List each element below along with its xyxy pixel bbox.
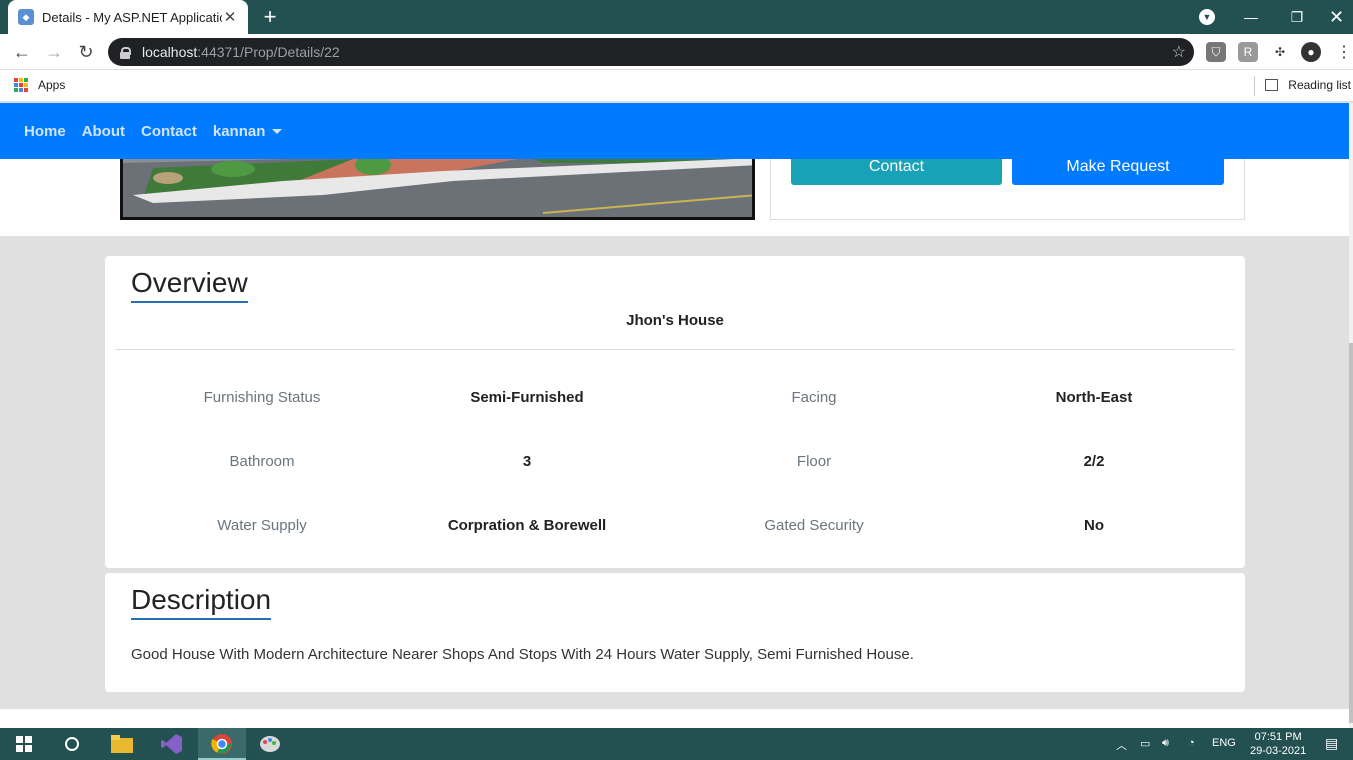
site-favicon-icon: ◆ xyxy=(18,9,34,25)
new-tab-button[interactable]: + xyxy=(258,5,282,29)
overview-heading: Overview xyxy=(131,266,248,303)
taskbar: ︿ ▭ 🔊︎ ◔ ENG 07:51 PM 29-03-2021 ▤ xyxy=(0,728,1353,760)
description-text: Good House With Modern Architecture Near… xyxy=(131,646,914,663)
bookmark-star-icon[interactable]: ☆ xyxy=(1172,42,1186,62)
nav-user-dropdown[interactable]: kannan xyxy=(213,123,283,140)
spec-value: No xyxy=(1084,517,1104,534)
avatar[interactable]: ● xyxy=(1301,42,1321,62)
spec-label: Furnishing Status xyxy=(203,389,321,406)
tab-search-icon[interactable]: ▼ xyxy=(1199,9,1215,25)
page-scrollbar[interactable] xyxy=(1349,103,1353,728)
spec-value: 2/2 xyxy=(1083,453,1105,470)
paint-icon[interactable] xyxy=(258,732,282,756)
forward-icon[interactable]: → xyxy=(42,40,66,64)
more-menu-icon[interactable]: ⋮ xyxy=(1334,42,1353,62)
extensions-puzzle-icon[interactable]: ✣ xyxy=(1270,42,1290,62)
nav-home[interactable]: Home xyxy=(24,123,66,140)
browser-toolbar: ← → ↻ localhost:44371/Prop/Details/22 ☆ … xyxy=(0,34,1353,70)
footer-strip xyxy=(0,709,1349,728)
search-circle-icon[interactable] xyxy=(60,732,84,756)
description-heading: Description xyxy=(131,583,272,620)
address-bar[interactable]: localhost:44371/Prop/Details/22 ☆ xyxy=(108,38,1194,66)
apps-grid-icon xyxy=(14,78,28,92)
file-explorer-icon[interactable] xyxy=(110,732,134,756)
chevron-down-icon xyxy=(272,129,283,135)
r-extension-icon[interactable]: R xyxy=(1238,42,1258,62)
property-name: Jhon's House xyxy=(626,312,724,329)
spec-value: Corpration & Borewell xyxy=(447,517,607,534)
apps-label: Apps xyxy=(38,78,66,92)
visual-studio-icon[interactable] xyxy=(160,732,184,756)
lock-icon xyxy=(120,46,131,59)
reading-list-icon xyxy=(1265,79,1279,91)
overview-card: Overview Jhon's House Furnishing Status … xyxy=(105,256,1245,568)
clock-date: 29-03-2021 xyxy=(1250,745,1307,757)
site-navbar: Home About Contact kannan xyxy=(0,103,1349,159)
wifi-icon[interactable]: ◔ xyxy=(1188,737,1195,749)
overview-divider xyxy=(115,349,1235,350)
spec-row: Water Supply Corpration & Borewell Gated… xyxy=(105,517,1245,541)
apps-bookmark[interactable]: Apps xyxy=(14,78,65,92)
spec-label: Floor xyxy=(796,453,832,470)
spec-label: Bathroom xyxy=(229,453,295,470)
spec-label: Gated Security xyxy=(764,517,864,534)
windows-start-icon[interactable] xyxy=(12,732,36,756)
scrollbar-thumb[interactable] xyxy=(1349,343,1353,723)
restore-button[interactable]: ❐ xyxy=(1274,0,1320,34)
spec-row: Bathroom 3 Floor 2/2 xyxy=(105,453,1245,477)
tray-chevron-up-icon[interactable]: ︿ xyxy=(1116,737,1127,753)
url-path: :44371/Prop/Details/22 xyxy=(197,44,340,60)
nav-contact[interactable]: Contact xyxy=(141,123,197,140)
shield-extension-icon[interactable]: ⛉ xyxy=(1206,42,1226,62)
tab-close-icon[interactable]: ✕ xyxy=(222,8,238,26)
chrome-icon[interactable] xyxy=(210,732,234,756)
browser-tab-bar: ◆ Details - My ASP.NET Application ✕ + ▼… xyxy=(0,0,1353,34)
nav-about[interactable]: About xyxy=(82,123,125,140)
spec-value: North-East xyxy=(1055,389,1133,406)
page-viewport: Contact Make Request Overview Jhon's Hou… xyxy=(0,103,1349,728)
bookmarks-divider xyxy=(1254,76,1255,96)
spec-value: 3 xyxy=(522,453,532,470)
language-indicator[interactable]: ENG xyxy=(1212,737,1236,749)
battery-icon[interactable]: ▭ xyxy=(1140,737,1150,750)
close-window-button[interactable]: ✕ xyxy=(1320,0,1353,34)
tab-title: Details - My ASP.NET Application xyxy=(42,9,222,25)
volume-icon[interactable]: 🔊︎ xyxy=(1162,737,1169,750)
bookmarks-bar: Apps Reading list xyxy=(0,70,1353,102)
spec-row: Furnishing Status Semi-Furnished Facing … xyxy=(105,389,1245,413)
spec-label: Water Supply xyxy=(217,517,307,534)
spec-value: Semi-Furnished xyxy=(470,389,584,406)
description-card: Description Good House With Modern Archi… xyxy=(105,573,1245,692)
clock-time: 07:51 PM xyxy=(1254,731,1302,743)
reading-list-button[interactable]: Reading list xyxy=(1265,78,1351,92)
minimize-button[interactable]: — xyxy=(1228,0,1274,34)
notifications-icon[interactable]: ▤ xyxy=(1325,735,1338,752)
url-host: localhost xyxy=(142,44,198,60)
reload-icon[interactable]: ↻ xyxy=(74,40,98,64)
browser-tab[interactable]: ◆ Details - My ASP.NET Application ✕ xyxy=(8,0,248,34)
reading-list-label: Reading list xyxy=(1288,78,1351,92)
back-icon[interactable]: ← xyxy=(10,40,34,64)
spec-label: Facing xyxy=(791,389,837,406)
nav-user-label: kannan xyxy=(212,122,266,140)
taskbar-clock[interactable]: 07:51 PM 29-03-2021 xyxy=(1250,730,1306,758)
